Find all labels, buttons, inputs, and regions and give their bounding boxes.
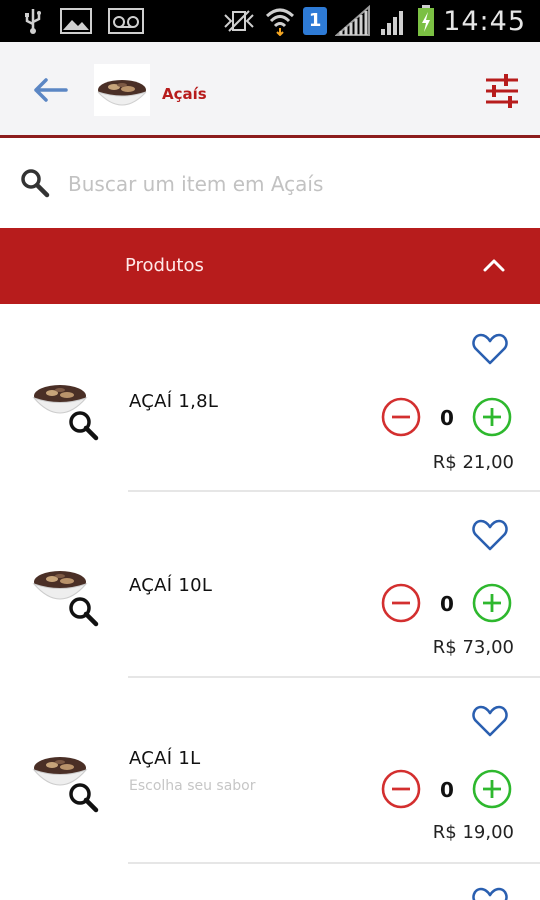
- product-name: AÇAÍ 10L: [129, 575, 213, 596]
- status-bar-right: 1 14:45: [221, 5, 526, 37]
- app-header: Açaís: [0, 42, 540, 138]
- wifi-icon: [266, 8, 295, 36]
- image-icon: [60, 8, 92, 34]
- divider: [128, 862, 540, 864]
- heart-icon[interactable]: [472, 886, 508, 900]
- heart-icon[interactable]: [472, 704, 508, 738]
- product-description: Escolha seu sabor: [129, 778, 256, 794]
- product-name: AÇAÍ 1,8L: [129, 391, 219, 412]
- quantity-value: 0: [440, 592, 454, 616]
- search-input[interactable]: [68, 166, 508, 202]
- usb-icon: [25, 9, 41, 34]
- signal-icon: [335, 5, 371, 36]
- product-row: AÇAÍ 10L 0 R$ 73,00: [0, 492, 540, 678]
- chevron-up-icon[interactable]: [482, 254, 506, 276]
- product-thumbnail[interactable]: [30, 748, 102, 818]
- page-title: Açaís: [162, 85, 207, 103]
- heart-icon[interactable]: [472, 332, 508, 366]
- clock: 14:45: [443, 5, 526, 37]
- filter-icon[interactable]: [482, 72, 522, 110]
- category-thumbnail: [94, 64, 150, 116]
- notification-badge: 1: [303, 7, 328, 35]
- back-arrow-icon[interactable]: [30, 74, 70, 106]
- signal-icon-2: [381, 11, 404, 35]
- product-thumbnail[interactable]: [30, 376, 102, 446]
- product-row: AÇAÍ 1L Escolha seu sabor 0 R$ 19,00: [0, 678, 540, 864]
- minus-icon[interactable]: [380, 582, 422, 624]
- minus-icon[interactable]: [380, 396, 422, 438]
- section-title: Produtos: [125, 255, 204, 276]
- product-price: R$ 73,00: [432, 637, 514, 658]
- section-header-produtos[interactable]: Produtos: [0, 228, 540, 304]
- vibrate-icon: [224, 10, 254, 32]
- product-row: AÇAÍ 1,8L 0 R$ 21,00: [0, 306, 540, 492]
- minus-icon[interactable]: [380, 768, 422, 810]
- product-price: R$ 19,00: [432, 822, 514, 843]
- heart-icon[interactable]: [472, 518, 508, 552]
- status-bar: 1 14:45: [0, 0, 540, 42]
- search-icon: [21, 169, 50, 198]
- quantity-value: 0: [440, 778, 454, 802]
- voicemail-icon: [108, 8, 144, 34]
- product-thumbnail[interactable]: [30, 562, 102, 632]
- search-bar: [0, 140, 540, 228]
- product-name: AÇAÍ 1L: [129, 748, 201, 769]
- plus-icon[interactable]: [471, 582, 513, 624]
- plus-icon[interactable]: [471, 768, 513, 810]
- quantity-value: 0: [440, 406, 454, 430]
- plus-icon[interactable]: [471, 396, 513, 438]
- battery-icon: [418, 5, 435, 36]
- status-bar-left: [22, 7, 144, 35]
- product-price: R$ 21,00: [432, 452, 514, 473]
